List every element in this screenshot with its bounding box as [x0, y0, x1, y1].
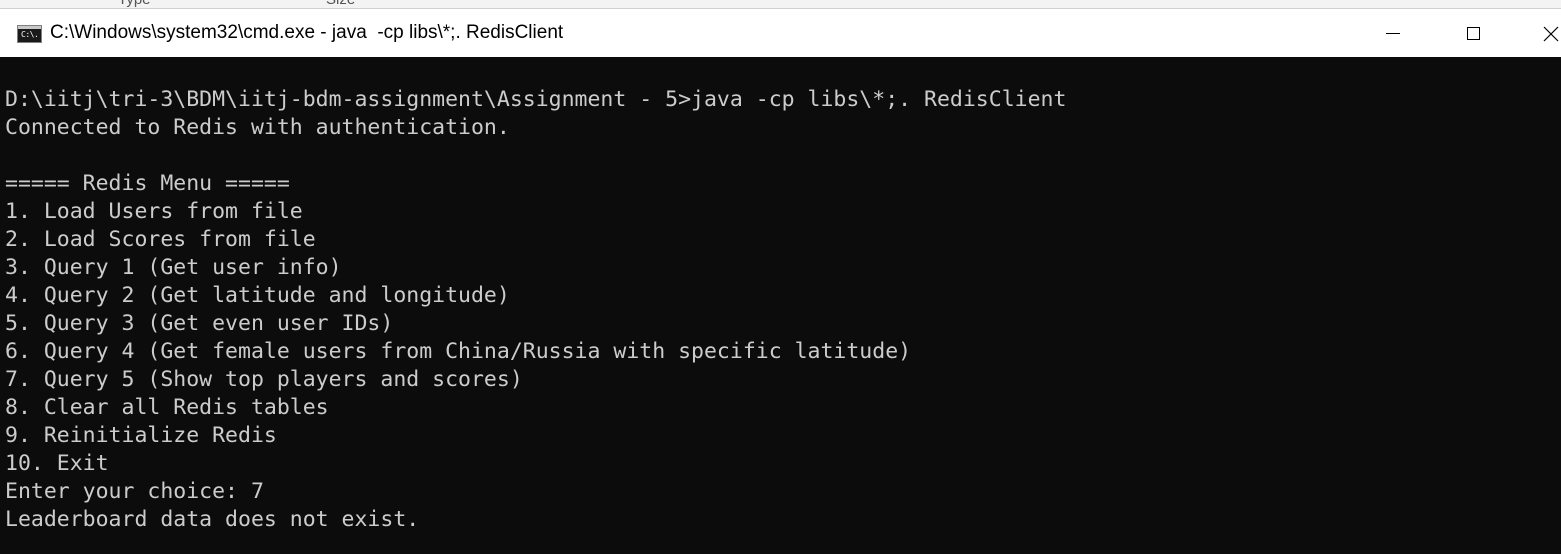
close-icon — [1543, 26, 1559, 41]
console-line-menu-item-5: 5. Query 3 (Get even user IDs) — [5, 311, 394, 336]
cmd-app-icon-label: C:\. — [21, 30, 39, 39]
minimize-icon — [1386, 33, 1400, 34]
console-line-choice-prompt: Enter your choice: 7 — [5, 479, 264, 504]
title-bar[interactable]: C:\. C:\Windows\system32\cmd.exe - java … — [0, 8, 1561, 58]
console-line-connected: Connected to Redis with authentication. — [5, 115, 510, 140]
console-line-menu-item-2: 2. Load Scores from file — [5, 227, 316, 252]
console-line-menu-item-1: 1. Load Users from file — [5, 199, 303, 224]
console-line-result: Leaderboard data does not exist. — [5, 507, 420, 532]
background-explorer-strip: Type Size — [0, 0, 1561, 8]
console-line-menu-item-6: 6. Query 4 (Get female users from China/… — [5, 339, 912, 364]
window-title: C:\Windows\system32\cmd.exe - java -cp l… — [50, 22, 564, 43]
background-column-type: Type — [118, 0, 151, 8]
console-line-menu-item-10: 10. Exit — [5, 451, 109, 476]
console-line-menu-header: ===== Redis Menu ===== — [5, 171, 290, 196]
console-line-menu-item-3: 3. Query 1 (Get user info) — [5, 255, 342, 280]
cmd-window: Type Size C:\. C:\Windows\system32\cmd.e… — [0, 0, 1561, 554]
close-button[interactable] — [1506, 9, 1561, 58]
console-line-menu-item-9: 9. Reinitialize Redis — [5, 423, 277, 448]
console-line-menu-item-7: 7. Query 5 (Show top players and scores) — [5, 367, 523, 392]
background-column-size: Size — [326, 0, 355, 8]
maximize-icon — [1466, 27, 1480, 40]
console-line-command: D:\iitj\tri-3\BDM\iitj-bdm-assignment\As… — [5, 87, 1067, 112]
cmd-app-icon[interactable]: C:\. — [17, 25, 42, 43]
console-output[interactable]: D:\iitj\tri-3\BDM\iitj-bdm-assignment\As… — [0, 57, 1561, 554]
console-line-menu-item-4: 4. Query 2 (Get latitude and longitude) — [5, 283, 510, 308]
maximize-button[interactable] — [1428, 9, 1518, 58]
console-line-menu-item-8: 8. Clear all Redis tables — [5, 395, 329, 420]
minimize-button[interactable] — [1348, 9, 1438, 58]
